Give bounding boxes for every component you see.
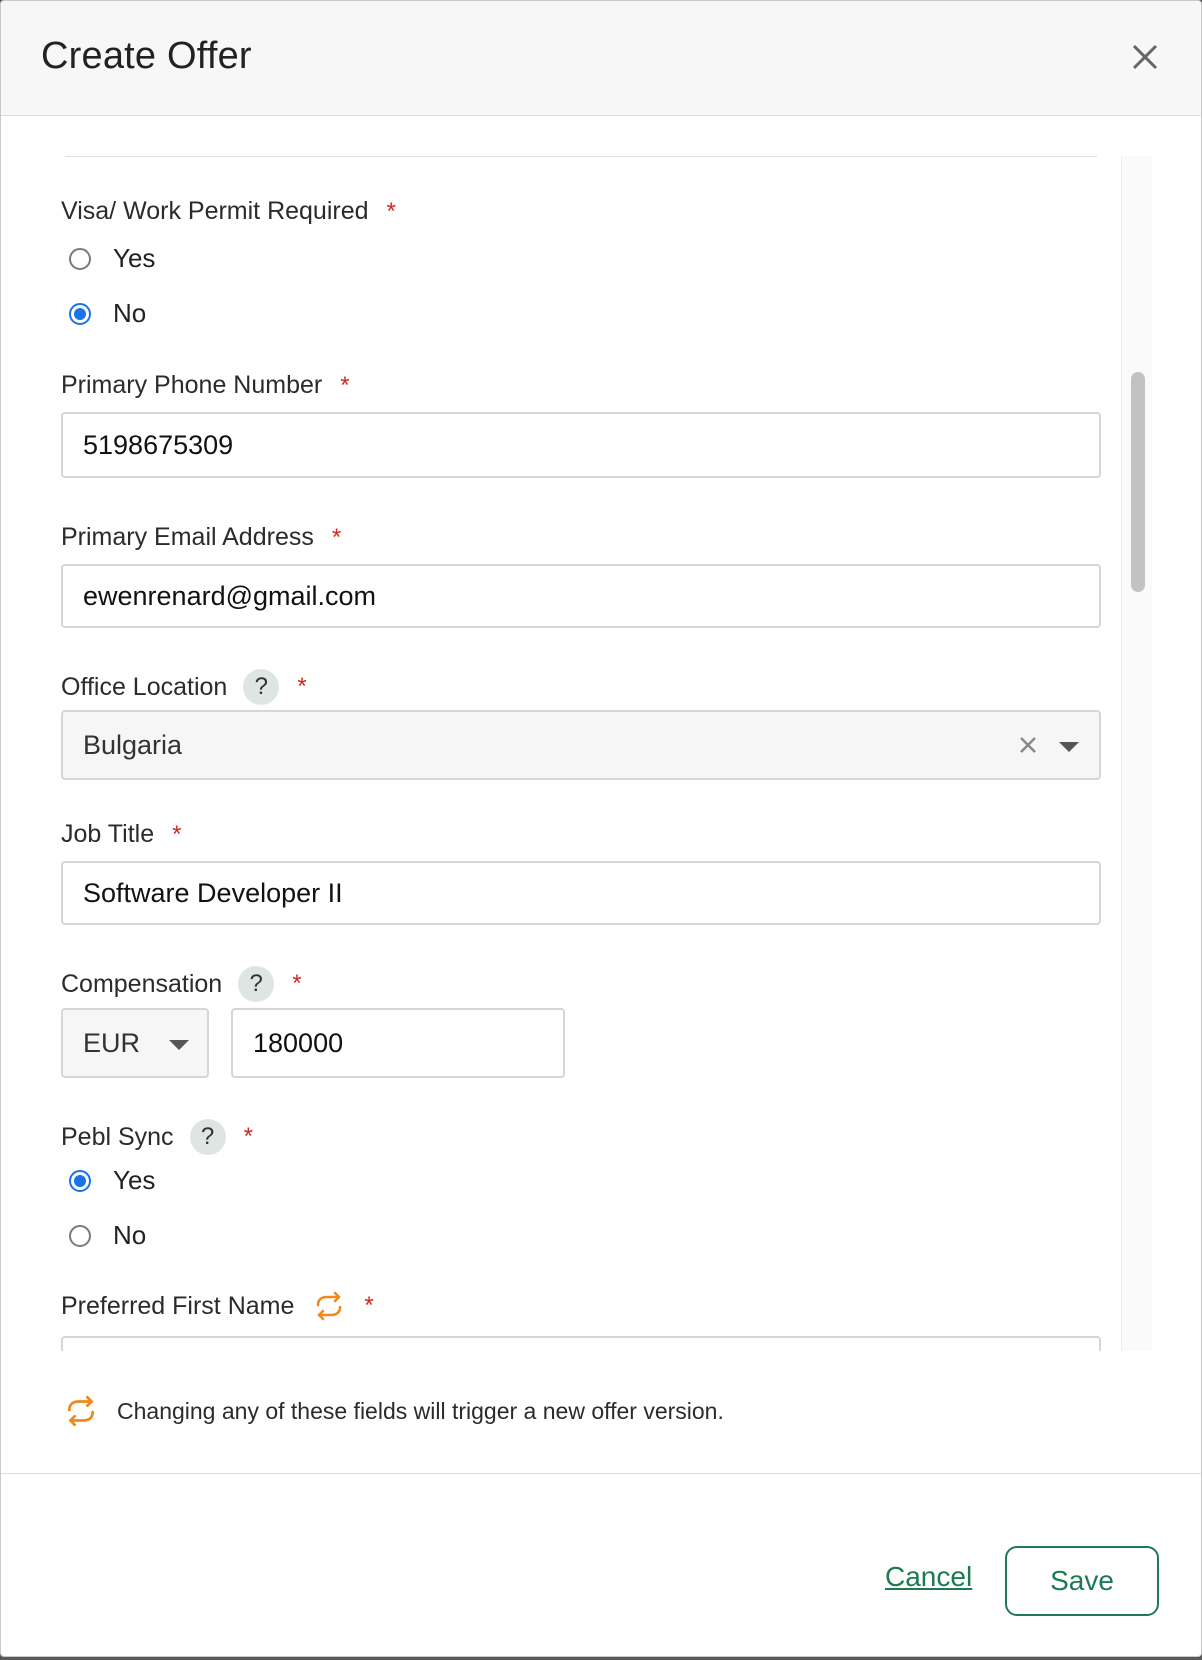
footer-divider (1, 1473, 1201, 1474)
pebl-sync-option-yes-label: Yes (113, 1165, 156, 1195)
office-location-label-text: Office Location (61, 672, 228, 701)
office-location-label: Office Location ? * (61, 669, 307, 705)
sync-icon (67, 1395, 95, 1427)
compensation-label: Compensation ? * (61, 966, 302, 1002)
chevron-down-icon[interactable] (169, 1040, 189, 1050)
office-location-select[interactable]: Bulgaria (61, 710, 1101, 780)
required-mark: * (331, 523, 342, 551)
email-input[interactable]: ewenrenard@gmail.com (61, 564, 1101, 628)
modal-title: Create Offer (41, 35, 252, 77)
required-mark: * (297, 673, 307, 700)
radio-unchecked[interactable] (69, 1224, 91, 1247)
job-title-value: Software Developer II (83, 877, 343, 908)
visa-option-yes[interactable]: Yes (69, 243, 155, 274)
required-mark: * (243, 1123, 253, 1150)
close-icon[interactable] (1125, 37, 1165, 77)
phone-label: Primary Phone Number * (61, 371, 350, 400)
pebl-sync-option-yes[interactable]: Yes (69, 1165, 155, 1196)
create-offer-modal: Create Offer Visa/ Work Permit Required … (0, 0, 1202, 1657)
radio-checked[interactable] (69, 1169, 91, 1192)
radio-unchecked[interactable] (69, 247, 91, 270)
pebl-sync-option-no[interactable]: No (69, 1220, 146, 1251)
question-icon[interactable]: ? (238, 966, 275, 1002)
required-mark: * (340, 371, 350, 399)
visa-label-text: Visa/ Work Permit Required (61, 197, 369, 225)
email-value: ewenrenard@gmail.com (83, 580, 377, 611)
office-location-value: Bulgaria (83, 729, 183, 760)
email-label: Primary Email Address * (61, 523, 341, 552)
visa-option-yes-label: Yes (113, 243, 156, 273)
visa-label: Visa/ Work Permit Required * (61, 197, 396, 226)
email-label-text: Primary Email Address (61, 523, 314, 551)
save-button[interactable]: Save (1005, 1546, 1159, 1616)
required-mark: * (172, 820, 182, 848)
compensation-amount-input[interactable]: 180000 (231, 1008, 565, 1078)
pebl-sync-label-text: Pebl Sync (61, 1122, 174, 1151)
compensation-label-text: Compensation (61, 969, 223, 998)
required-mark: * (386, 197, 396, 225)
question-icon[interactable]: ? (189, 1119, 226, 1155)
phone-input[interactable]: 5198675309 (61, 412, 1101, 478)
pebl-sync-label: Pebl Sync ? * (61, 1119, 253, 1155)
modal-header: Create Offer (1, 1, 1201, 116)
scrollbar-track[interactable] (1121, 156, 1152, 1351)
form-scroll-area[interactable]: Visa/ Work Permit Required * Yes No Prim… (1, 116, 1201, 1351)
required-mark: * (292, 970, 302, 997)
question-icon[interactable]: ? (243, 669, 280, 705)
compensation-amount-value: 180000 (253, 1027, 344, 1058)
currency-select[interactable]: EUR (61, 1008, 209, 1078)
section-divider (65, 156, 1097, 157)
visa-option-no[interactable]: No (69, 298, 146, 329)
preferred-first-name-label-text: Preferred First Name (61, 1291, 295, 1320)
scrollbar-thumb[interactable] (1131, 372, 1145, 592)
preferred-first-name-label: Preferred First Name * (61, 1291, 374, 1321)
version-notice: Changing any of these fields will trigge… (63, 1395, 724, 1427)
phone-value: 5198675309 (83, 429, 234, 460)
job-title-label: Job Title * (61, 820, 181, 849)
pebl-sync-option-no-label: No (113, 1220, 147, 1250)
version-notice-text: Changing any of these fields will trigge… (117, 1397, 724, 1424)
job-title-input[interactable]: Software Developer II (61, 861, 1101, 925)
currency-value: EUR (83, 1027, 141, 1058)
cancel-button[interactable]: Cancel (885, 1561, 972, 1593)
sync-icon (312, 1291, 346, 1321)
radio-checked[interactable] (69, 302, 91, 325)
preferred-first-name-input[interactable] (61, 1336, 1101, 1351)
phone-label-text: Primary Phone Number (61, 371, 323, 399)
clear-icon[interactable] (1013, 730, 1043, 760)
chevron-down-icon[interactable] (1059, 742, 1079, 752)
required-mark: * (364, 1292, 374, 1319)
visa-option-no-label: No (113, 298, 147, 328)
job-title-label-text: Job Title (61, 820, 155, 848)
